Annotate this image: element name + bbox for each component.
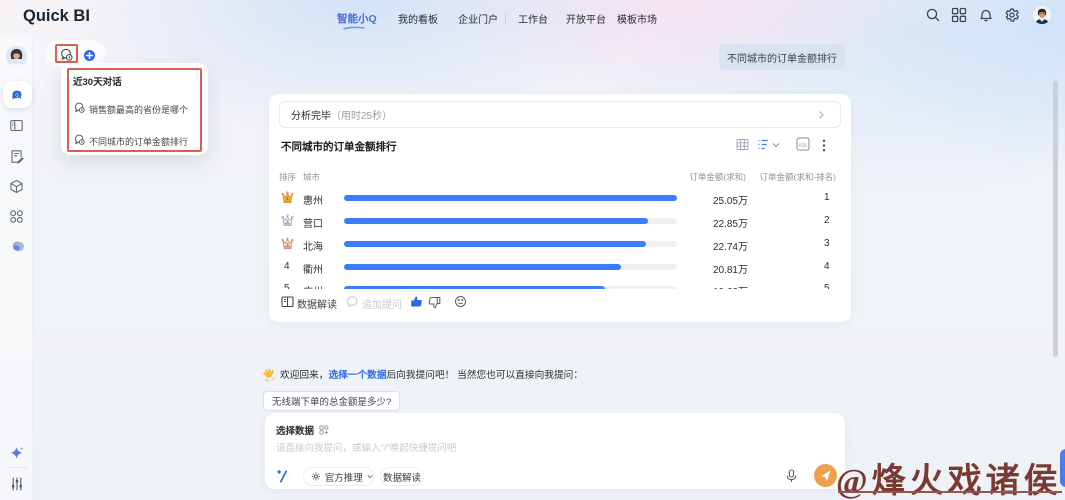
svg-text:2: 2 <box>286 219 289 225</box>
svg-text:1: 1 <box>286 196 289 202</box>
svg-text:3: 3 <box>286 242 289 248</box>
